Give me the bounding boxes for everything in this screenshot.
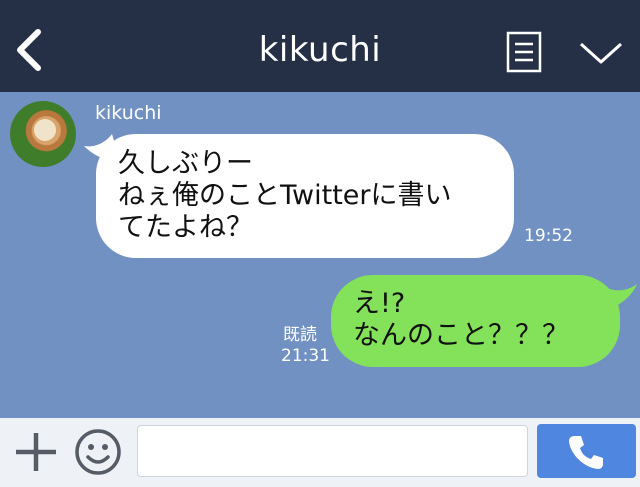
input-bar: [0, 418, 640, 487]
message-line: てたよね？: [118, 212, 253, 243]
note-icon[interactable]: [506, 31, 542, 73]
chat-header: kikuchi: [0, 0, 640, 92]
smiley-icon[interactable]: [73, 427, 123, 477]
plus-icon[interactable]: [12, 427, 60, 477]
chevron-down-icon[interactable]: [578, 38, 624, 68]
message-input[interactable]: [137, 425, 528, 477]
outgoing-message-bubble[interactable]: え!? なんのこと？？？: [331, 275, 620, 367]
phone-icon: [569, 436, 603, 469]
incoming-message-bubble[interactable]: 久しぶりー ねぇ俺のことTwitterに書い てたよね？: [96, 134, 514, 258]
call-button[interactable]: [537, 424, 636, 478]
sender-name: kikuchi: [95, 102, 162, 124]
message-timestamp: 21:31: [281, 346, 330, 366]
message-line: ねぇ俺のことTwitterに書い: [118, 180, 452, 211]
avatar[interactable]: [10, 101, 76, 167]
read-receipt: 既読: [283, 325, 317, 345]
message-line: なんのこと？？？: [353, 320, 569, 351]
message-line: 久しぶりー: [118, 148, 253, 179]
message-timestamp: 19:52: [524, 226, 573, 246]
message-line: え!?: [353, 288, 406, 319]
chat-title: kikuchi: [258, 30, 382, 70]
